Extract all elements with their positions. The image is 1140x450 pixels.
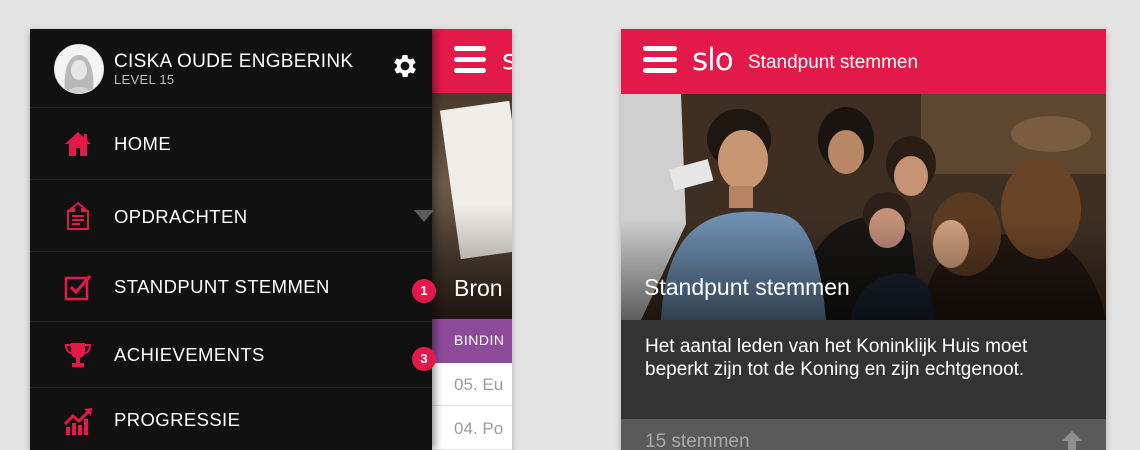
page-title: Standpunt stemmen	[748, 52, 919, 73]
hero-title: Standpunt stemmen	[644, 274, 850, 300]
notification-badge: 3	[412, 347, 436, 371]
trophy-icon	[63, 340, 93, 370]
drawer-item-label: OPDRACHTEN	[114, 206, 248, 227]
list-item[interactable]: 05. Eu	[430, 363, 512, 406]
drawer-item-label: ACHIEVEMENTS	[114, 344, 265, 365]
avatar[interactable]	[54, 44, 104, 94]
upvote-arrow-icon[interactable]	[1060, 429, 1084, 450]
drawer-item-home[interactable]: HOME	[30, 108, 432, 180]
background-section-band: BINDIN	[430, 319, 512, 363]
gear-icon[interactable]	[390, 51, 420, 81]
background-hero-title: Bron	[454, 275, 503, 301]
drawer-item-label: STANDPUNT STEMMEN	[114, 276, 330, 297]
logo-fragment: s	[502, 43, 512, 76]
menu-icon[interactable]	[643, 46, 677, 76]
left-phone: s Bron BINDIN 05. Eu 04. Po CISKA OUDE E…	[30, 29, 512, 450]
progress-chart-icon	[63, 405, 93, 435]
background-app-bar: s	[430, 29, 512, 93]
profile-header: CISKA OUDE ENGBERINK LEVEL 15	[30, 29, 432, 108]
drawer-item-label: HOME	[114, 133, 172, 154]
document-icon	[63, 201, 93, 231]
checkbox-icon	[63, 272, 93, 302]
app-bar: slo Standpunt stemmen	[621, 29, 1106, 94]
notification-badge: 1	[412, 279, 436, 303]
chevron-down-icon[interactable]	[414, 210, 434, 222]
background-screen: s Bron BINDIN 05. Eu 04. Po	[430, 29, 512, 450]
vote-bar: 15 stemmen	[621, 419, 1106, 450]
navigation-drawer: CISKA OUDE ENGBERINK LEVEL 15 HOME OPDRA…	[30, 29, 436, 450]
drawer-item-achievements[interactable]: ACHIEVEMENTS 3	[30, 322, 436, 388]
statement-text: Het aantal leden van het Koninklijk Huis…	[621, 320, 1106, 419]
drawer-item-progressie[interactable]: PROGRESSIE	[30, 388, 432, 450]
profile-name: CISKA OUDE ENGBERINK	[114, 51, 354, 72]
drawer-item-label: PROGRESSIE	[114, 409, 241, 430]
home-icon	[63, 129, 93, 159]
list-item[interactable]: 04. Po	[430, 407, 512, 450]
app-logo: slo	[692, 42, 734, 78]
drawer-item-opdrachten[interactable]: OPDRACHTEN	[30, 180, 434, 252]
menu-icon[interactable]	[454, 46, 486, 73]
profile-level: LEVEL 15	[114, 72, 175, 87]
vote-count: 15 stemmen	[645, 431, 750, 450]
right-phone: slo Standpunt stemmen Standpunt stemmen …	[621, 29, 1106, 450]
hero-image: Standpunt stemmen	[621, 94, 1106, 320]
drawer-item-standpunt-stemmen[interactable]: STANDPUNT STEMMEN 1	[30, 252, 436, 322]
